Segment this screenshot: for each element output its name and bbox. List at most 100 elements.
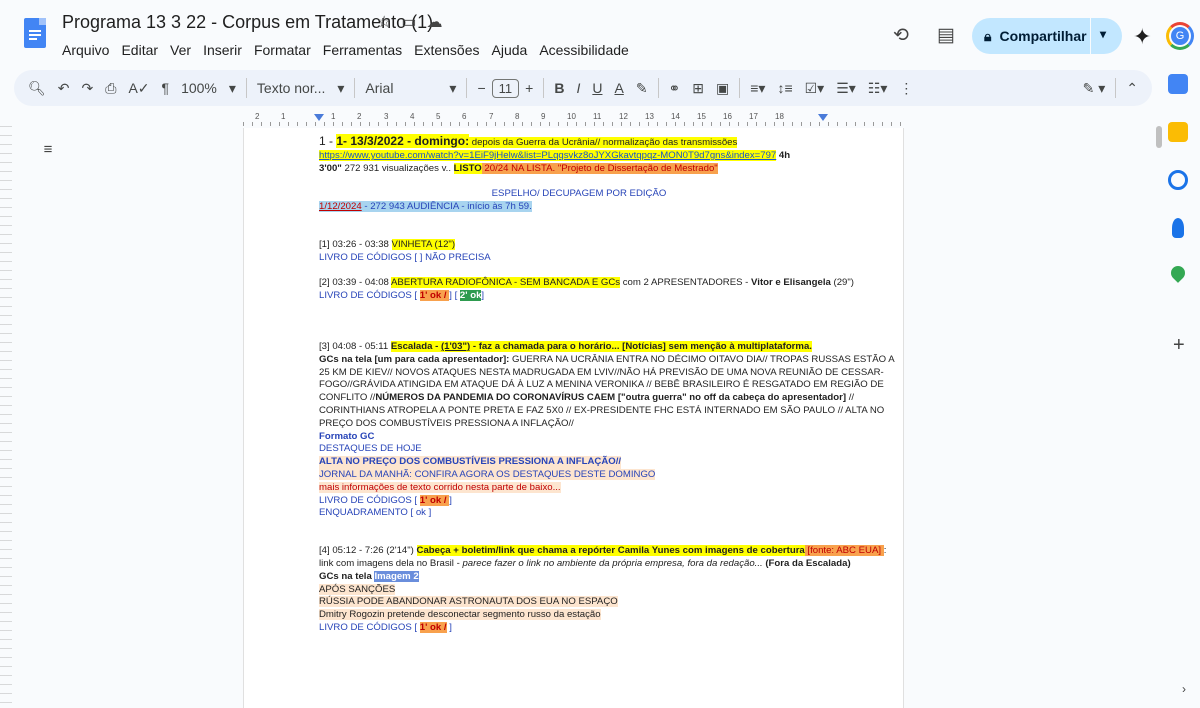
style-select[interactable]: Texto nor... — [251, 80, 331, 96]
segment-time: [1] 03:26 - 03:38 — [319, 238, 392, 250]
ruler-number: 14 — [671, 112, 680, 121]
font-dropdown-icon[interactable]: ▾ — [443, 80, 462, 97]
listo-tag: LISTO — [453, 162, 482, 174]
font-size-input[interactable]: 11 — [491, 78, 520, 98]
codebook-line: LIVRO DE CÓDIGOS [ — [319, 290, 420, 302]
ruler-number: 8 — [515, 112, 520, 121]
gc-line: DESTAQUES DE HOJE — [319, 443, 422, 455]
segment-duration: (1'03") — [440, 340, 471, 352]
menu-extensoes[interactable]: Extensões — [414, 42, 479, 58]
menu-formatar[interactable]: Formatar — [254, 42, 311, 58]
search-menus-icon[interactable]: 🔍︎ — [14, 80, 52, 97]
move-folder-icon[interactable]: ▭ — [401, 12, 416, 32]
underline-icon[interactable]: U — [586, 80, 608, 96]
tasks-icon[interactable] — [1168, 170, 1188, 190]
ruler-number: 13 — [645, 112, 654, 121]
editing-mode-icon[interactable]: ✎ ▾ — [1077, 80, 1112, 97]
cloud-status-icon[interactable]: ☁ — [426, 12, 442, 32]
menu-ajuda[interactable]: Ajuda — [492, 42, 528, 58]
zoom-dropdown-icon[interactable]: ▾ — [223, 80, 242, 97]
program-description: depois da Guerra da Ucrânia// normalizaç… — [469, 137, 738, 148]
align-icon[interactable]: ≡▾ — [744, 80, 771, 97]
format-label: Formato GC — [319, 430, 375, 442]
codebook-end: ] — [449, 494, 452, 506]
title-bar: Programa 13 3 22 - Corpus em Tratamento … — [0, 0, 1200, 62]
version-history-icon[interactable]: ⟲ — [893, 24, 909, 47]
zoom-select[interactable]: 100% — [175, 80, 223, 96]
segment-time: [3] 04:08 - 05:11 — [319, 340, 391, 352]
menu-editar[interactable]: Editar — [121, 42, 158, 58]
document-body[interactable]: 1 - 1- 13/3/2022 - domingo: depois da Gu… — [319, 134, 899, 635]
link-icon[interactable]: ⚭ — [663, 80, 687, 97]
menu-arquivo[interactable]: Arquivo — [62, 42, 109, 58]
more-icon[interactable]: ⋮ — [893, 80, 919, 97]
avatar[interactable]: G — [1166, 22, 1194, 50]
decrease-font-icon[interactable]: − — [471, 80, 491, 96]
numbered-list-icon[interactable]: ☷▾ — [862, 80, 894, 97]
segment-description: - faz a chamada para o horário... [Notíc… — [470, 340, 812, 352]
youtube-link[interactable]: https://www.youtube.com/watch?v=1EiF9jHe… — [319, 150, 777, 161]
codebook-line: LIVRO DE CÓDIGOS [ — [319, 621, 420, 633]
share-dropdown-icon[interactable]: ▾ — [1100, 27, 1106, 41]
codebook-end: ] — [481, 290, 485, 302]
style-dropdown-icon[interactable]: ▾ — [331, 80, 350, 97]
ruler-number: 15 — [697, 112, 706, 121]
font-select[interactable]: Arial — [359, 80, 443, 96]
print-icon[interactable]: ⎙ — [99, 80, 122, 97]
star-icon[interactable]: ☆ — [377, 12, 391, 32]
codebook-line: LIVRO DE CÓDIGOS [ ] NÃO PRECISA — [319, 251, 491, 263]
docs-logo-icon[interactable] — [24, 18, 46, 48]
right-indent-marker[interactable] — [818, 114, 828, 121]
gemini-icon[interactable]: ✦ — [1133, 24, 1151, 50]
contacts-icon[interactable] — [1172, 218, 1184, 238]
ruler-number: 5 — [436, 112, 441, 121]
framing-line: ENQUADRAMENTO [ ok ] — [319, 507, 432, 519]
vertical-ruler[interactable] — [0, 126, 12, 708]
toolbar: 🔍︎ ↶ ↷ ⎙ A✓ ¶ 100% ▾ Texto nor... ▾ Aria… — [14, 70, 1152, 106]
keep-icon[interactable] — [1168, 122, 1188, 142]
audience-text: - 272 943 AUDIÊNCIA - início às 7h 59. — [361, 201, 532, 213]
horizontal-ruler[interactable]: 2 1 1 2 3 4 5 6 7 8 9 10 11 12 13 14 15 … — [243, 112, 904, 126]
text-color-icon[interactable]: A — [608, 80, 629, 96]
undo-icon[interactable]: ↶ — [52, 80, 76, 97]
share-button[interactable]: 🔒︎ Compartilhar ▾ — [972, 18, 1122, 54]
left-indent-marker[interactable] — [314, 114, 324, 121]
maps-icon[interactable] — [1168, 263, 1188, 283]
expand-side-panel-icon[interactable]: › — [1182, 682, 1186, 696]
paint-format-icon[interactable]: ¶ — [156, 80, 176, 96]
menu-ver[interactable]: Ver — [170, 42, 191, 58]
checklist-icon[interactable]: ☑▾ — [799, 80, 831, 97]
bold-icon[interactable]: B — [548, 80, 570, 96]
segment-title: VINHETA (12") — [391, 238, 456, 250]
share-label: Compartilhar — [999, 28, 1087, 44]
menu-ferramentas[interactable]: Ferramentas — [323, 42, 402, 58]
menu-inserir[interactable]: Inserir — [203, 42, 242, 58]
increase-font-icon[interactable]: + — [519, 80, 539, 96]
line-spacing-icon[interactable]: ↕≡ — [771, 80, 798, 96]
ok-tag: 1' ok / — [419, 621, 447, 633]
calendar-icon[interactable] — [1168, 74, 1188, 94]
add-addon-icon[interactable]: + — [1173, 334, 1185, 357]
bullet-list-icon[interactable]: ☰▾ — [830, 80, 862, 97]
comments-icon[interactable]: ▤ — [937, 24, 955, 47]
scrollbar[interactable] — [1156, 126, 1162, 148]
ruler-number: 12 — [619, 112, 628, 121]
italic-icon[interactable]: I — [570, 80, 586, 96]
document-outline-icon[interactable]: ≡ — [36, 138, 60, 162]
ruler-number: 6 — [462, 112, 467, 121]
redo-icon[interactable]: ↷ — [76, 80, 100, 97]
menu-acessibilidade[interactable]: Acessibilidade — [539, 42, 629, 58]
spellcheck-icon[interactable]: A✓ — [122, 80, 155, 97]
insert-image-icon[interactable]: ▣ — [710, 80, 735, 97]
lock-icon: 🔒︎ — [984, 27, 992, 44]
highlight-icon[interactable]: ✎ — [630, 80, 654, 97]
presenter-names: Vitor e Elisangela — [751, 277, 831, 289]
item-number: 1 - — [319, 134, 334, 148]
section-heading: ESPELHO/ DECUPAGEM POR EDIÇÃO — [491, 188, 667, 200]
side-panel: + — [1160, 62, 1200, 708]
views-text: 272 931 visualizações v.. — [341, 162, 454, 174]
add-comment-icon[interactable]: ⊞ — [686, 80, 710, 97]
duration-text: 4h — [776, 150, 791, 161]
ruler-number: 11 — [593, 112, 602, 121]
collapse-menus-icon[interactable]: ⌃ — [1120, 80, 1152, 97]
